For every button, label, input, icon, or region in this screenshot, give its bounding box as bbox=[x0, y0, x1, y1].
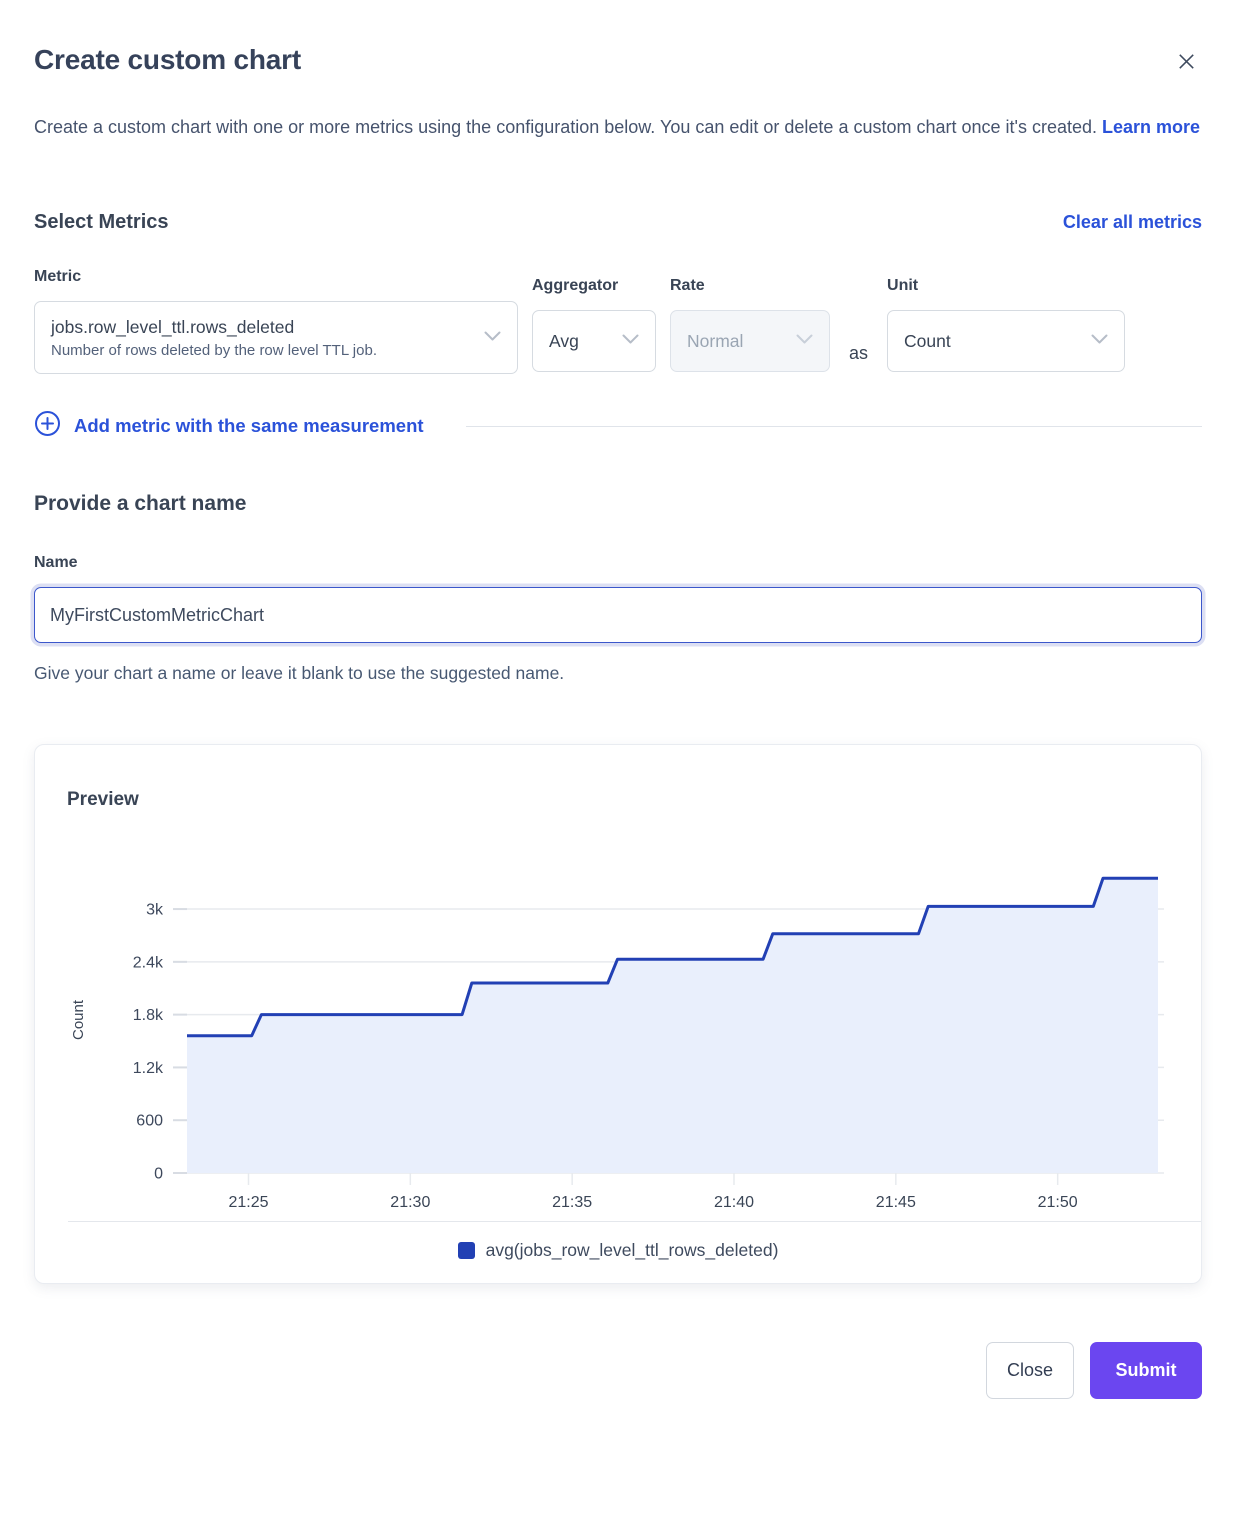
preview-card: Preview 0 600 1.2k 1.8k 2.4k 3k 21:25 21:30 21:3… bbox=[34, 744, 1202, 1284]
rate-field-column: Rate Normal bbox=[670, 268, 830, 372]
submit-button[interactable]: Submit bbox=[1090, 1342, 1202, 1399]
aggregator-label: Aggregator bbox=[532, 277, 656, 295]
close-button[interactable] bbox=[1171, 46, 1202, 80]
clear-all-metrics-link[interactable]: Clear all metrics bbox=[1063, 212, 1202, 233]
plus-circle-icon bbox=[34, 410, 61, 442]
svg-text:21:35: 21:35 bbox=[552, 1194, 592, 1211]
rate-select-value: Normal bbox=[687, 331, 743, 352]
svg-text:600: 600 bbox=[136, 1113, 163, 1130]
description-text: Create a custom chart with one or more m… bbox=[34, 117, 1097, 137]
unit-select[interactable]: Count bbox=[887, 310, 1125, 372]
preview-chart: 0 600 1.2k 1.8k 2.4k 3k 21:25 21:30 21:35 21:40 21… bbox=[67, 823, 1171, 1217]
svg-text:21:25: 21:25 bbox=[228, 1194, 268, 1211]
metric-label: Metric bbox=[34, 268, 518, 286]
svg-text:3k: 3k bbox=[146, 902, 164, 919]
svg-text:21:30: 21:30 bbox=[390, 1194, 430, 1211]
divider bbox=[466, 426, 1202, 427]
unit-select-value: Count bbox=[904, 331, 951, 352]
chevron-down-icon bbox=[796, 332, 813, 350]
chevron-down-icon bbox=[484, 329, 501, 347]
select-metrics-header: Select Metrics Clear all metrics bbox=[34, 211, 1202, 234]
metric-select-description: Number of rows deleted by the row level … bbox=[51, 342, 377, 359]
legend-label: avg(jobs_row_level_ttl_rows_deleted) bbox=[486, 1240, 779, 1261]
svg-text:21:50: 21:50 bbox=[1038, 1194, 1078, 1211]
chevron-down-icon bbox=[1091, 332, 1108, 350]
add-metric-link[interactable]: Add metric with the same measurement bbox=[34, 410, 424, 442]
svg-text:1.8k: 1.8k bbox=[133, 1007, 164, 1024]
name-helper-text: Give your chart a name or leave it blank… bbox=[34, 663, 1202, 684]
modal-header: Create custom chart bbox=[34, 44, 1202, 80]
unit-field-column: Unit Count bbox=[887, 268, 1125, 372]
modal-description: Create a custom chart with one or more m… bbox=[34, 108, 1202, 147]
close-modal-button[interactable]: Close bbox=[986, 1342, 1074, 1399]
chart-name-input[interactable] bbox=[34, 587, 1202, 643]
close-icon bbox=[1175, 61, 1198, 76]
aggregator-select-value: Avg bbox=[549, 331, 579, 352]
metrics-config-row: Metric jobs.row_level_ttl.rows_deleted N… bbox=[34, 268, 1202, 374]
select-metrics-heading: Select Metrics bbox=[34, 211, 169, 234]
chevron-down-icon bbox=[622, 332, 639, 350]
y-axis-label: Count bbox=[70, 999, 87, 1040]
svg-text:0: 0 bbox=[154, 1166, 163, 1183]
svg-text:21:40: 21:40 bbox=[714, 1194, 754, 1211]
rate-select-disabled: Normal bbox=[670, 310, 830, 372]
svg-text:2.4k: 2.4k bbox=[133, 954, 164, 971]
name-label: Name bbox=[34, 554, 1202, 572]
aggregator-field-column: Aggregator Avg bbox=[532, 268, 656, 372]
metric-field-column: Metric jobs.row_level_ttl.rows_deleted N… bbox=[34, 268, 518, 374]
add-metric-label: Add metric with the same measurement bbox=[74, 415, 424, 437]
svg-text:1.2k: 1.2k bbox=[133, 1060, 164, 1077]
create-custom-chart-modal: Create custom chart Create a custom char… bbox=[0, 0, 1236, 1538]
svg-text:21:45: 21:45 bbox=[876, 1194, 916, 1211]
chart-legend: avg(jobs_row_level_ttl_rows_deleted) bbox=[67, 1240, 1169, 1283]
add-metric-row: Add metric with the same measurement bbox=[34, 410, 1202, 442]
page-title: Create custom chart bbox=[34, 44, 301, 76]
aggregator-select[interactable]: Avg bbox=[532, 310, 656, 372]
legend-swatch bbox=[458, 1242, 475, 1259]
preview-heading: Preview bbox=[67, 789, 1169, 811]
as-label: as bbox=[849, 343, 868, 364]
modal-footer: Close Submit bbox=[34, 1342, 1202, 1399]
rate-label: Rate bbox=[670, 277, 830, 295]
unit-label: Unit bbox=[887, 277, 1125, 295]
chart-name-heading: Provide a chart name bbox=[34, 492, 1202, 516]
learn-more-link[interactable]: Learn more bbox=[1102, 117, 1200, 137]
legend-divider bbox=[68, 1221, 1201, 1222]
metric-select[interactable]: jobs.row_level_ttl.rows_deleted Number o… bbox=[34, 301, 518, 374]
metric-select-value: jobs.row_level_ttl.rows_deleted bbox=[51, 317, 377, 338]
